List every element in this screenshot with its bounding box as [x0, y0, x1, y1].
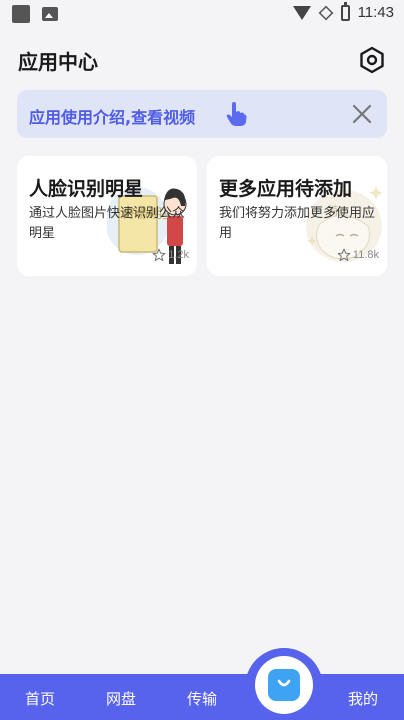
nav-item-mine[interactable]: 我的: [348, 688, 378, 709]
nav-item-home[interactable]: 首页: [25, 688, 55, 709]
card-stars: 1.2k: [152, 248, 189, 262]
notification-square-icon: [12, 5, 30, 23]
nav-item-transfer[interactable]: 传输: [187, 688, 217, 709]
battery-icon: [340, 1, 350, 21]
page-title: 应用中心: [18, 50, 98, 74]
nav-item-cloud-disk[interactable]: 网盘: [106, 688, 136, 709]
star-count: 1.2k: [168, 249, 189, 261]
banner-text[interactable]: 应用使用介绍,查看视频: [29, 104, 195, 128]
close-icon[interactable]: [351, 103, 373, 125]
status-bar: 11:43: [0, 0, 404, 30]
card-desc: 通过人脸图片快速识别公众明星: [29, 206, 186, 241]
app-card-face-recognition[interactable]: 好像明星 人脸识别明星 通过人脸图片快速识别公众明星 1.2k: [17, 156, 197, 276]
app-card-more-apps[interactable]: 待 更多应用待添加 我们将努力添加更多使用应用 11.8k: [207, 156, 387, 276]
gallery-icon: [42, 7, 58, 21]
card-title: 更多应用待添加: [219, 178, 353, 200]
card-stars: 11.8k: [337, 248, 379, 262]
shopping-bag-icon: [268, 669, 300, 701]
card-desc: 我们将努力添加更多使用应用: [219, 206, 376, 241]
app-center-button[interactable]: [255, 656, 313, 714]
hexagon-settings-icon: [360, 46, 384, 74]
settings-button[interactable]: [356, 44, 388, 76]
status-time: 11:43: [357, 4, 394, 21]
card-title: 人脸识别明星: [29, 178, 144, 200]
wifi-icon: [292, 5, 311, 20]
no-signal-icon: [318, 5, 333, 20]
intro-banner[interactable]: 应用使用介绍,查看视频: [17, 90, 387, 138]
star-icon: [152, 248, 166, 262]
star-icon: [337, 248, 351, 262]
star-count: 11.8k: [352, 249, 379, 261]
pointing-hand-icon: [226, 102, 247, 126]
